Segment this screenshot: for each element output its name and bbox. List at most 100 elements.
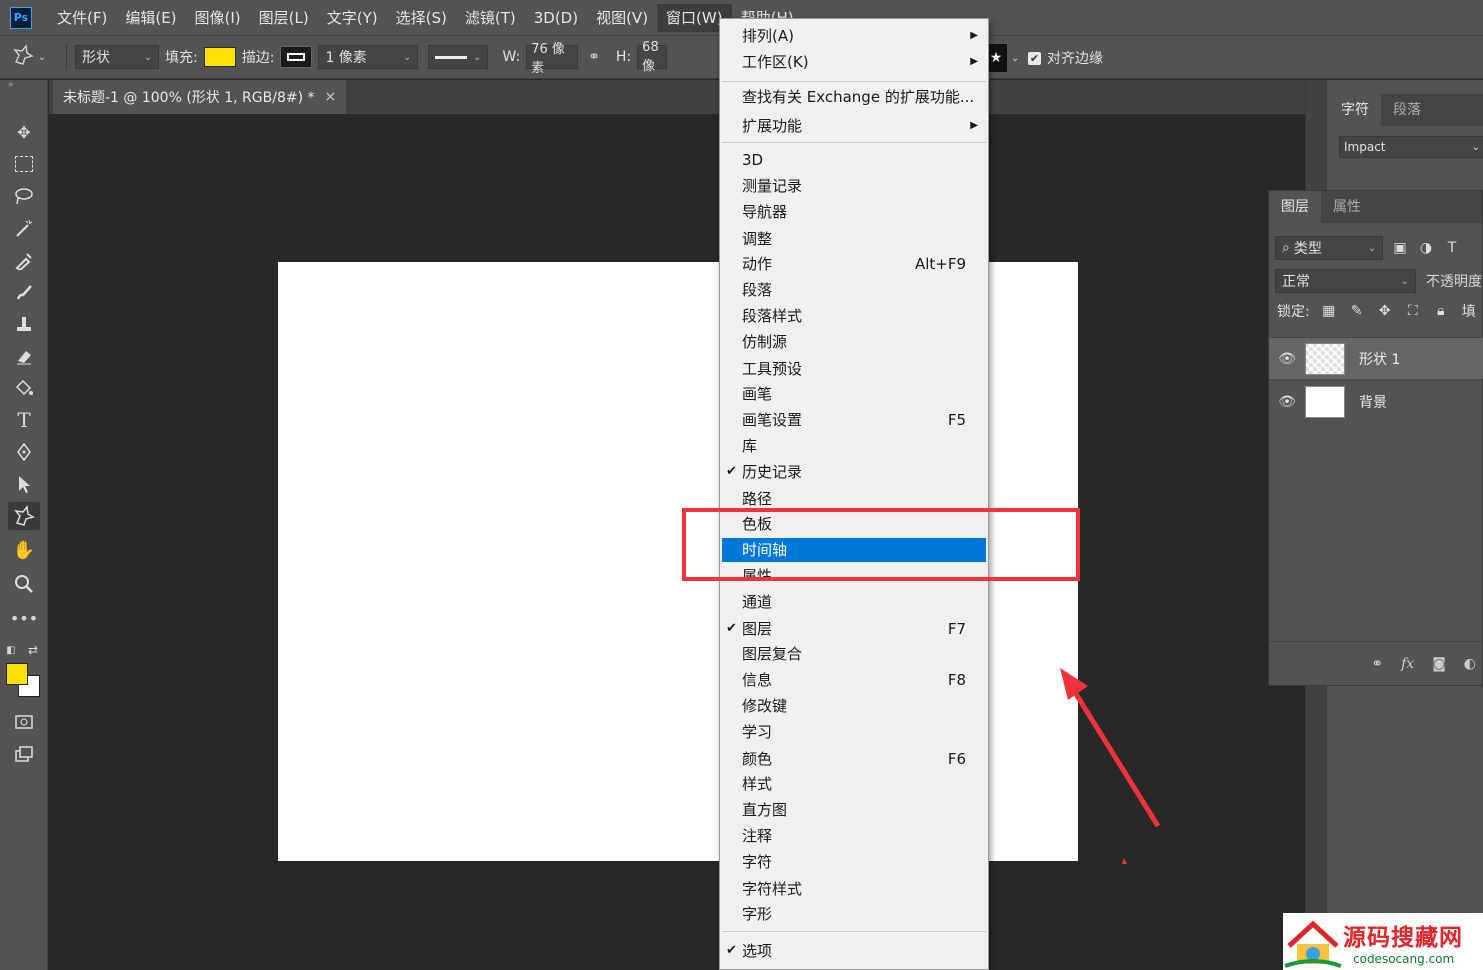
tab-properties[interactable]: 属性	[1321, 191, 1373, 223]
zoom-tool-icon[interactable]	[8, 570, 40, 598]
lock-all-icon[interactable]: 🔒︎	[1432, 303, 1450, 319]
visibility-eye-icon[interactable]: 👁︎	[1269, 394, 1305, 410]
width-input[interactable]: 76 像素	[526, 42, 579, 76]
layer-filter-select[interactable]: ⌕ 类型 ⌄	[1275, 236, 1383, 260]
menu-item-tool-presets[interactable]: 工具预设	[722, 357, 986, 381]
custom-shape-tool-icon[interactable]	[8, 502, 40, 530]
menu-3d[interactable]: 3D(D)	[525, 4, 587, 32]
menu-item-find-extensions[interactable]: 查找有关 Exchange 的扩展功能...	[722, 85, 986, 109]
menu-item-clone-source[interactable]: 仿制源	[722, 330, 986, 354]
menu-item-info[interactable]: 信息 F8	[722, 668, 986, 692]
stroke-type-select[interactable]: ⌄	[428, 45, 489, 69]
shape-picker[interactable]: ★ ⌄	[985, 44, 1019, 72]
eraser-tool-icon[interactable]	[8, 342, 40, 370]
lasso-tool-icon[interactable]	[8, 182, 40, 210]
image-filter-icon[interactable]: ▣	[1391, 240, 1409, 256]
tab-layers[interactable]: 图层	[1269, 191, 1321, 223]
menu-item-workspace[interactable]: 工作区(K) ▶	[722, 50, 986, 74]
swap-colors-icon[interactable]: ⇄	[24, 636, 42, 664]
menu-item-modifier-keys[interactable]: 修改键	[722, 694, 986, 718]
menu-item-character[interactable]: 字符	[722, 850, 986, 874]
tab-character[interactable]: 字符	[1329, 94, 1381, 126]
menu-item-arrange[interactable]: 排列(A) ▶	[722, 24, 986, 48]
menu-edit[interactable]: 编辑(E)	[116, 4, 185, 32]
magic-wand-tool-icon[interactable]	[8, 214, 40, 242]
tool-preset-picker[interactable]: ⌄	[0, 36, 58, 79]
screen-mode-icon[interactable]	[8, 740, 40, 768]
blend-mode-select[interactable]: 正常 ⌄	[1275, 269, 1416, 293]
quick-mask-icon[interactable]	[8, 708, 40, 736]
menu-item-libraries[interactable]: 库	[722, 434, 986, 458]
menu-file[interactable]: 文件(F)	[48, 4, 116, 32]
path-selection-tool-icon[interactable]	[8, 470, 40, 498]
menu-item-brush-settings[interactable]: 画笔设置 F5	[722, 408, 986, 432]
menu-item-paragraph-styles[interactable]: 段落样式	[722, 304, 986, 328]
menu-item-layer-comps[interactable]: 图层复合	[722, 642, 986, 666]
menu-item-actions[interactable]: 动作 Alt+F9	[722, 252, 986, 276]
type-tool-icon[interactable]: T	[8, 406, 40, 434]
menu-image[interactable]: 图像(I)	[186, 4, 250, 32]
tab-paragraph[interactable]: 段落	[1381, 94, 1433, 126]
menu-select[interactable]: 选择(S)	[387, 4, 456, 32]
type-filter-icon[interactable]: T	[1443, 240, 1461, 256]
pen-tool-icon[interactable]	[8, 438, 40, 466]
stroke-width-select[interactable]: 1 像素 ⌄	[318, 45, 419, 69]
menu-item-options[interactable]: ✔ 选项	[722, 939, 986, 963]
brush-tool-icon[interactable]	[8, 278, 40, 306]
marquee-tool-icon[interactable]	[8, 150, 40, 178]
menu-item-styles[interactable]: 样式	[722, 772, 986, 796]
menu-view[interactable]: 视图(V)	[587, 4, 657, 32]
default-colors-icon[interactable]: ◧	[2, 636, 20, 664]
align-edges-checkbox[interactable]: ✔	[1028, 51, 1041, 65]
height-input[interactable]: 68 像	[637, 40, 668, 74]
lock-transparency-icon[interactable]: ▦	[1320, 303, 1338, 319]
layer-row-shape[interactable]: 👁︎ 形状 1	[1269, 337, 1483, 379]
menu-item-notes[interactable]: 注释	[722, 824, 986, 848]
adjustment-layer-icon[interactable]: ◐	[1464, 656, 1476, 672]
link-icon[interactable]: ⚭	[588, 49, 600, 65]
paint-bucket-tool-icon[interactable]	[8, 374, 40, 402]
visibility-eye-icon[interactable]: 👁︎	[1269, 351, 1305, 367]
menu-item-extensions[interactable]: 扩展功能 ▶	[722, 114, 986, 138]
more-tools-icon[interactable]: •••	[8, 604, 40, 632]
menu-type[interactable]: 文字(Y)	[318, 4, 387, 32]
align-edges-option[interactable]: ✔ 对齐边缘	[1028, 48, 1103, 68]
eyedropper-tool-icon[interactable]	[8, 246, 40, 274]
menu-item-adjustments[interactable]: 调整	[722, 227, 986, 251]
hand-tool-icon[interactable]: ✋	[8, 536, 40, 564]
move-tool-icon[interactable]: ✥	[8, 118, 40, 146]
menu-item-navigator[interactable]: 导航器	[722, 200, 986, 224]
menu-item-paragraph[interactable]: 段落	[722, 278, 986, 302]
adjustment-filter-icon[interactable]: ◑	[1417, 240, 1435, 256]
menu-item-histogram[interactable]: 直方图	[722, 798, 986, 822]
lock-pixels-icon[interactable]: ✎	[1348, 303, 1366, 319]
fx-icon[interactable]: fx	[1401, 656, 1414, 672]
menu-filter[interactable]: 滤镜(T)	[456, 4, 525, 32]
menu-item-channels[interactable]: 通道	[722, 590, 986, 614]
menu-item-brushes[interactable]: 画笔	[722, 382, 986, 406]
menu-layer[interactable]: 图层(L)	[250, 4, 318, 32]
menu-item-measurement-log[interactable]: 测量记录	[722, 174, 986, 198]
menu-item-history[interactable]: ✔ 历史记录	[722, 460, 986, 484]
panel-grip[interactable]: »	[0, 80, 47, 94]
foreground-color[interactable]	[6, 663, 28, 685]
stroke-swatch[interactable]	[280, 46, 313, 68]
tool-mode-select[interactable]: 形状 ⌄	[75, 45, 159, 69]
menu-item-color[interactable]: 颜色 F6	[722, 747, 986, 771]
menu-item-character-styles[interactable]: 字符样式	[722, 877, 986, 901]
menu-item-3d[interactable]: 3D	[722, 148, 986, 172]
stamp-tool-icon[interactable]	[8, 310, 40, 338]
lock-artboard-icon[interactable]: ⛶	[1404, 303, 1422, 319]
close-icon[interactable]: ×	[325, 89, 337, 105]
layer-mask-icon[interactable]: ◙	[1432, 656, 1446, 672]
lock-position-icon[interactable]: ✥	[1376, 303, 1394, 319]
menu-item-learn[interactable]: 学习	[722, 720, 986, 744]
fill-swatch[interactable]	[203, 47, 236, 67]
menu-item-glyphs[interactable]: 字形	[722, 902, 986, 926]
font-family-select[interactable]: Impact ⌄	[1339, 136, 1483, 158]
document-tab[interactable]: 未标题-1 @ 100% (形状 1, RGB/8#) * ×	[53, 80, 347, 114]
layer-row-background[interactable]: 👁︎ 背景	[1269, 380, 1483, 422]
link-layers-icon[interactable]: ⚭	[1371, 656, 1383, 672]
menu-item-layers[interactable]: ✔ 图层 F7	[722, 617, 986, 641]
menu-item-label: 学习	[742, 723, 773, 741]
